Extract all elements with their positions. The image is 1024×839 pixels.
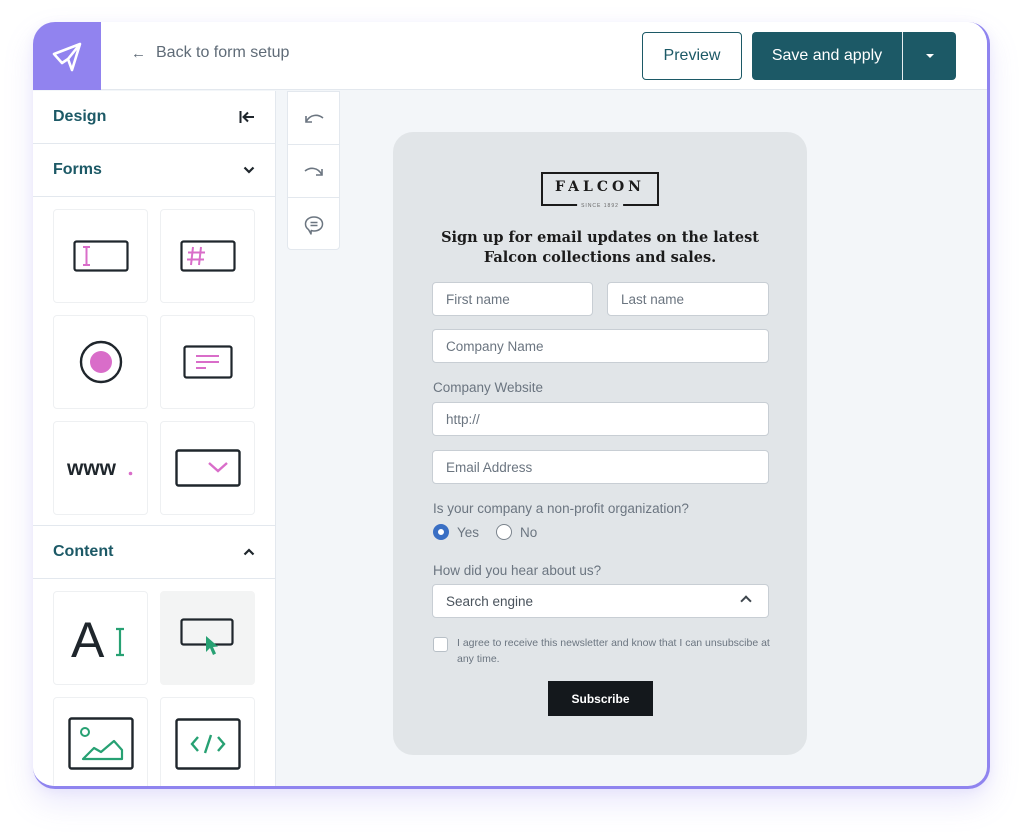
last-name-input[interactable]: Last name — [607, 282, 769, 316]
form-elements-grid: www — [33, 197, 275, 525]
nonprofit-radio-group: Yes No — [433, 524, 554, 540]
redo-button[interactable] — [288, 145, 339, 198]
form-builder-window: ← Back to form setup Preview Save and ap… — [33, 22, 990, 789]
image-block-tile[interactable] — [53, 697, 148, 786]
back-to-form-setup-link[interactable]: ← Back to form setup — [131, 44, 289, 62]
subscribe-button[interactable]: Subscribe — [548, 681, 653, 716]
radio-button-icon — [79, 340, 122, 384]
caret-down-icon — [925, 54, 934, 58]
forms-title: Forms — [53, 161, 102, 178]
chevron-down-icon — [243, 166, 255, 174]
svg-text:A: A — [71, 615, 105, 661]
image-block-icon — [67, 717, 134, 770]
brand-since: SINCE 1892 — [577, 203, 623, 209]
radio-option-yes[interactable]: Yes — [433, 524, 479, 540]
number-field-tile[interactable] — [160, 209, 255, 303]
url-field-icon: www — [67, 457, 132, 480]
design-sidebar: Design Forms www Content A — [33, 91, 276, 786]
content-title: Content — [53, 543, 114, 560]
first-name-input[interactable]: First name — [432, 282, 593, 316]
code-block-icon — [174, 718, 241, 770]
falcon-logo: FALCON SINCE 1892 — [541, 172, 659, 209]
brand-name: FALCON — [555, 179, 645, 195]
svg-text:www: www — [67, 457, 117, 480]
comment-button[interactable] — [288, 198, 339, 251]
company-website-label: Company Website — [433, 380, 544, 395]
text-block-tile[interactable]: A — [53, 591, 148, 685]
design-title: Design — [53, 108, 107, 125]
top-bar: ← Back to form setup Preview Save and ap… — [33, 22, 987, 90]
radio-option-no[interactable]: No — [496, 524, 537, 540]
consent-checkbox[interactable] — [433, 637, 448, 652]
radio-no-label: No — [520, 524, 538, 540]
undo-button[interactable] — [288, 92, 339, 145]
content-section-toggle[interactable]: Content — [33, 526, 275, 579]
consent-text: I agree to receive this newsletter and k… — [457, 637, 770, 665]
collapse-sidebar-icon[interactable] — [239, 110, 255, 124]
source-select[interactable]: Search engine — [432, 584, 769, 618]
text-field-tile[interactable] — [53, 209, 148, 303]
editor-toolbar — [287, 91, 340, 250]
company-website-input[interactable]: http:// — [432, 402, 769, 436]
forms-section-toggle[interactable]: Forms — [33, 144, 275, 197]
button-block-icon — [179, 618, 234, 655]
radio-yes[interactable] — [433, 524, 449, 540]
url-field-tile[interactable]: www — [53, 421, 148, 515]
text-field-icon — [72, 240, 129, 272]
undo-icon — [304, 114, 323, 123]
chevron-up-icon — [740, 595, 752, 607]
comment-icon — [304, 215, 323, 235]
html-block-tile[interactable] — [160, 697, 255, 786]
preview-button[interactable]: Preview — [642, 32, 742, 80]
dropdown-field-icon — [174, 449, 241, 487]
radio-yes-label: Yes — [457, 524, 480, 540]
design-panel-header: Design — [33, 91, 275, 144]
email-address-input[interactable]: Email Address — [432, 450, 769, 484]
radio-button-tile[interactable] — [53, 315, 148, 409]
consent-row: I agree to receive this newsletter and k… — [433, 635, 773, 667]
content-elements-grid: A — [33, 579, 275, 786]
text-area-icon — [182, 345, 233, 379]
chevron-up-icon — [243, 548, 255, 556]
button-block-tile[interactable] — [160, 591, 255, 685]
app-logo[interactable] — [33, 22, 101, 90]
radio-no[interactable] — [496, 524, 513, 540]
company-name-input[interactable]: Company Name — [432, 329, 769, 363]
number-field-icon — [179, 240, 236, 272]
text-block-icon: A — [71, 615, 124, 661]
form-headline: Sign up for email updates on the latest … — [441, 229, 759, 266]
source-question-label: How did you hear about us? — [433, 563, 602, 578]
save-and-apply-button[interactable]: Save and apply — [752, 32, 902, 80]
nonprofit-question-label: Is your company a non-profit organizatio… — [433, 501, 689, 516]
save-button-group: Save and apply — [752, 32, 956, 80]
arrow-left-icon: ← — [131, 44, 146, 62]
back-link-label: Back to form setup — [156, 44, 290, 61]
dropdown-field-tile[interactable] — [160, 421, 255, 515]
paper-plane-icon — [52, 42, 82, 72]
source-select-value: Search engine — [446, 593, 534, 609]
redo-icon — [304, 167, 323, 176]
text-area-tile[interactable] — [160, 315, 255, 409]
form-preview-card: FALCON SINCE 1892 Sign up for email upda… — [393, 132, 807, 755]
save-options-dropdown-button[interactable] — [903, 32, 956, 80]
